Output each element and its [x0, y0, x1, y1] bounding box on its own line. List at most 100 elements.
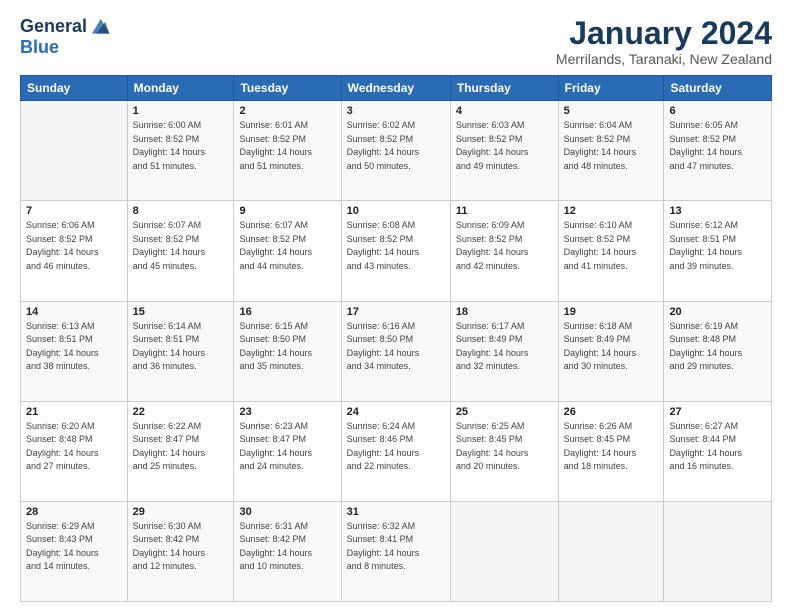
sunrise-text: Sunrise: 6:25 AM — [456, 420, 553, 434]
calendar-cell-w2d1: 7Sunrise: 6:06 AMSunset: 8:52 PMDaylight… — [21, 201, 128, 301]
daylight-line2: and 32 minutes. — [456, 360, 553, 374]
calendar-cell-w1d3: 2Sunrise: 6:01 AMSunset: 8:52 PMDaylight… — [234, 101, 341, 201]
daylight-line1: Daylight: 14 hours — [133, 146, 229, 160]
sunrise-text: Sunrise: 6:02 AM — [347, 119, 445, 133]
day-number: 3 — [347, 105, 445, 117]
daylight-text: Daylight: 14 hoursand 42 minutes. — [456, 246, 553, 273]
sunrise-text: Sunrise: 6:15 AM — [239, 320, 335, 334]
daylight-line2: and 51 minutes. — [239, 160, 335, 174]
day-number: 13 — [669, 205, 766, 217]
daylight-line1: Daylight: 14 hours — [456, 246, 553, 260]
calendar-week-1: 1Sunrise: 6:00 AMSunset: 8:52 PMDaylight… — [21, 101, 772, 201]
daylight-line2: and 10 minutes. — [239, 560, 335, 574]
sunset-text: Sunset: 8:52 PM — [26, 233, 122, 247]
sunrise-text: Sunrise: 6:27 AM — [669, 420, 766, 434]
daylight-line2: and 39 minutes. — [669, 260, 766, 274]
day-number: 20 — [669, 306, 766, 318]
calendar: SundayMondayTuesdayWednesdayThursdayFrid… — [20, 75, 772, 602]
day-number: 28 — [26, 506, 122, 518]
calendar-cell-w2d4: 10Sunrise: 6:08 AMSunset: 8:52 PMDayligh… — [341, 201, 450, 301]
calendar-week-4: 21Sunrise: 6:20 AMSunset: 8:48 PMDayligh… — [21, 401, 772, 501]
daylight-line2: and 12 minutes. — [133, 560, 229, 574]
daylight-line1: Daylight: 14 hours — [564, 246, 659, 260]
day-number: 9 — [239, 205, 335, 217]
sunset-text: Sunset: 8:52 PM — [456, 133, 553, 147]
calendar-cell-w2d7: 13 Sunrise: 6:12 AMSunset: 8:51 PMDayligh… — [664, 201, 772, 301]
calendar-cell-w4d7: 27Sunrise: 6:27 AMSunset: 8:44 PMDayligh… — [664, 401, 772, 501]
sunset-text: Sunset: 8:46 PM — [347, 433, 445, 447]
daylight-line2: and 25 minutes. — [133, 460, 229, 474]
daylight-text: Daylight: 14 hoursand 29 minutes. — [669, 347, 766, 374]
daylight-line2: and 44 minutes. — [239, 260, 335, 274]
sunset-text: Sunset: 8:45 PM — [564, 433, 659, 447]
day-info: Sunrise: 6:04 AMSunset: 8:52 PMDaylight:… — [564, 119, 659, 173]
daylight-line1: Daylight: 14 hours — [456, 447, 553, 461]
daylight-line2: and 20 minutes. — [456, 460, 553, 474]
sunrise-text: Sunrise: 6:23 AM — [239, 420, 335, 434]
calendar-cell-w4d4: 24Sunrise: 6:24 AMSunset: 8:46 PMDayligh… — [341, 401, 450, 501]
sunset-text: Sunset: 8:52 PM — [347, 133, 445, 147]
daylight-text: Daylight: 14 hoursand 41 minutes. — [564, 246, 659, 273]
calendar-header-sunday: Sunday — [21, 76, 128, 101]
day-info: Sunrise: 6:30 AMSunset: 8:42 PMDaylight:… — [133, 520, 229, 574]
calendar-cell-w4d6: 26Sunrise: 6:26 AMSunset: 8:45 PMDayligh… — [558, 401, 664, 501]
sunset-text: Sunset: 8:42 PM — [239, 533, 335, 547]
day-number: 30 — [239, 506, 335, 518]
sunset-text: Sunset: 8:47 PM — [239, 433, 335, 447]
day-number: 6 — [669, 105, 766, 117]
daylight-text: Daylight: 14 hoursand 47 minutes. — [669, 146, 766, 173]
daylight-line1: Daylight: 14 hours — [239, 246, 335, 260]
daylight-line1: Daylight: 14 hours — [26, 547, 122, 561]
day-info: Sunrise: 6:00 AMSunset: 8:52 PMDaylight:… — [133, 119, 229, 173]
daylight-line1: Daylight: 14 hours — [26, 347, 122, 361]
calendar-cell-w4d2: 22Sunrise: 6:22 AMSunset: 8:47 PMDayligh… — [127, 401, 234, 501]
calendar-week-2: 7Sunrise: 6:06 AMSunset: 8:52 PMDaylight… — [21, 201, 772, 301]
sunrise-text: Sunrise: 6:06 AM — [26, 219, 122, 233]
daylight-line2: and 50 minutes. — [347, 160, 445, 174]
sunrise-text: Sunrise: 6:16 AM — [347, 320, 445, 334]
daylight-text: Daylight: 14 hoursand 32 minutes. — [456, 347, 553, 374]
calendar-header-row: SundayMondayTuesdayWednesdayThursdayFrid… — [21, 76, 772, 101]
day-number: 17 — [347, 306, 445, 318]
daylight-text: Daylight: 14 hoursand 51 minutes. — [239, 146, 335, 173]
daylight-line2: and 41 minutes. — [564, 260, 659, 274]
daylight-text: Daylight: 14 hoursand 48 minutes. — [564, 146, 659, 173]
day-info: Sunrise: 6:07 AMSunset: 8:52 PMDaylight:… — [133, 219, 229, 273]
daylight-line2: and 36 minutes. — [133, 360, 229, 374]
sunrise-text: Sunrise: 6:31 AM — [239, 520, 335, 534]
daylight-text: Daylight: 14 hoursand 30 minutes. — [564, 347, 659, 374]
sunrise-text: Sunrise: 6:05 AM — [669, 119, 766, 133]
daylight-line1: Daylight: 14 hours — [564, 447, 659, 461]
day-number: 29 — [133, 506, 229, 518]
daylight-line1: Daylight: 14 hours — [669, 146, 766, 160]
calendar-cell-w2d5: 11Sunrise: 6:09 AMSunset: 8:52 PMDayligh… — [450, 201, 558, 301]
sunrise-text: Sunrise: 6:03 AM — [456, 119, 553, 133]
sunrise-text: Sunrise: 6:04 AM — [564, 119, 659, 133]
sunrise-text: Sunrise: 6:14 AM — [133, 320, 229, 334]
sunset-text: Sunset: 8:51 PM — [669, 233, 766, 247]
day-info: Sunrise: 6:12 AMSunset: 8:51 PMDaylight:… — [669, 219, 766, 273]
daylight-line2: and 14 minutes. — [26, 560, 122, 574]
daylight-text: Daylight: 14 hoursand 38 minutes. — [26, 347, 122, 374]
daylight-line1: Daylight: 14 hours — [239, 146, 335, 160]
day-number: 15 — [133, 306, 229, 318]
daylight-text: Daylight: 14 hoursand 39 minutes. — [669, 246, 766, 273]
sunrise-text: Sunrise: 6:07 AM — [133, 219, 229, 233]
calendar-cell-w5d4: 31Sunrise: 6:32 AMSunset: 8:41 PMDayligh… — [341, 501, 450, 601]
month-title: January 2024 — [556, 16, 772, 51]
day-number: 5 — [564, 105, 659, 117]
day-number: 23 — [239, 406, 335, 418]
daylight-line1: Daylight: 14 hours — [133, 246, 229, 260]
daylight-line1: Daylight: 14 hours — [347, 246, 445, 260]
sunrise-text: Sunrise: 6:10 AM — [564, 219, 659, 233]
logo-icon — [89, 16, 111, 38]
daylight-text: Daylight: 14 hoursand 27 minutes. — [26, 447, 122, 474]
day-number: 21 — [26, 406, 122, 418]
daylight-line2: and 35 minutes. — [239, 360, 335, 374]
day-number: 16 — [239, 306, 335, 318]
day-info: Sunrise: 6:01 AMSunset: 8:52 PMDaylight:… — [239, 119, 335, 173]
header: General Blue January 2024 Merrilands, Ta… — [20, 16, 772, 67]
sunrise-text: Sunrise: 6:24 AM — [347, 420, 445, 434]
day-info: Sunrise: 6:22 AMSunset: 8:47 PMDaylight:… — [133, 420, 229, 474]
calendar-cell-w3d1: 14Sunrise: 6:13 AMSunset: 8:51 PMDayligh… — [21, 301, 128, 401]
